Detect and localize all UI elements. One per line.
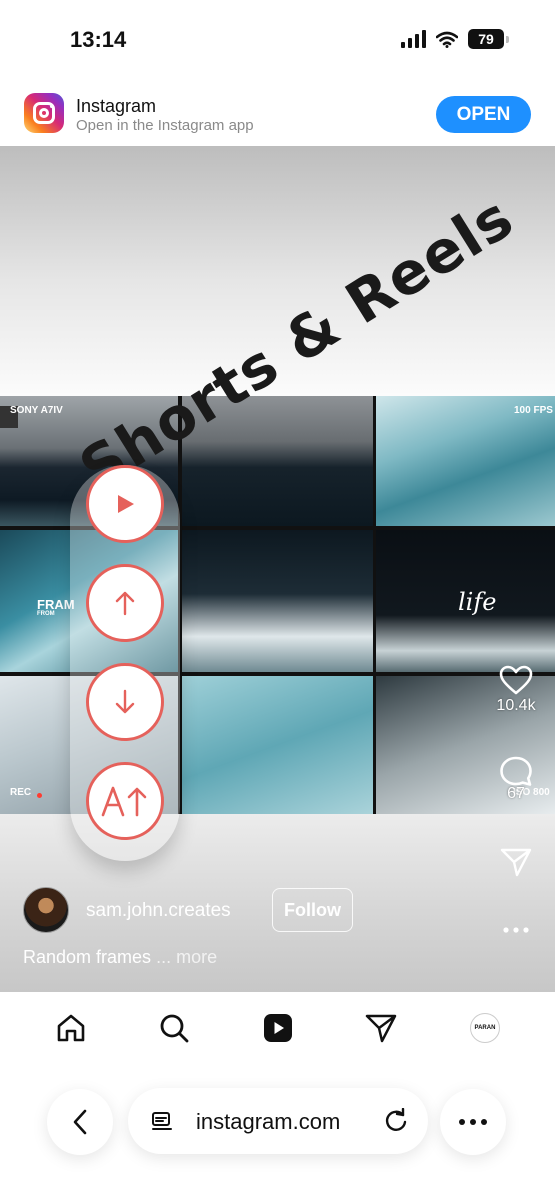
reader-mode-icon[interactable] <box>150 1110 174 1134</box>
browser-back-button[interactable] <box>47 1089 113 1155</box>
floating-control-panel <box>70 465 180 861</box>
scroll-to-top-button[interactable] <box>86 762 164 840</box>
fps-label: 100 FPS <box>514 405 553 416</box>
url-text[interactable]: instagram.com <box>196 1109 340 1135</box>
browser-menu-button[interactable] <box>440 1089 506 1155</box>
script-text: life <box>458 588 497 616</box>
status-time: 13:14 <box>70 27 127 52</box>
share-action[interactable] <box>490 846 542 878</box>
status-bar: 13:14 79 <box>0 0 555 80</box>
frame-label: FRAM <box>37 597 75 612</box>
bottom-nav: PARAN <box>0 992 555 1062</box>
browser-toolbar: instagram.com <box>0 1062 555 1200</box>
comment-action[interactable]: 67 <box>490 755 542 803</box>
rec-label: REC <box>10 787 32 798</box>
send-icon <box>365 1014 397 1043</box>
send-icon[interactable] <box>499 846 533 878</box>
arrow-down-icon <box>115 689 135 714</box>
arrow-up-icon <box>115 591 135 616</box>
banner-title: Instagram <box>76 96 157 116</box>
comment-count: 67 <box>507 785 525 802</box>
video-tile <box>182 530 373 672</box>
more-options-action[interactable] <box>490 926 542 934</box>
like-count: 10.4k <box>496 697 536 714</box>
video-tile <box>182 676 373 814</box>
nav-messages[interactable] <box>363 1010 399 1046</box>
camera-label: SONY A7IV <box>10 405 63 416</box>
more-dots-icon[interactable] <box>502 926 530 934</box>
caption-more-link[interactable]: ... more <box>156 947 217 967</box>
wifi-icon <box>436 31 458 48</box>
page: 13:14 79 Instagram Open in the Instagram… <box>0 0 555 1200</box>
author-avatar[interactable] <box>23 887 69 933</box>
comment-icon[interactable] <box>499 755 533 787</box>
profile-badge: PARAN <box>470 1013 500 1043</box>
scroll-up-button[interactable] <box>86 564 164 642</box>
nav-reels[interactable] <box>260 1010 296 1046</box>
caption-text: Random frames <box>23 947 152 967</box>
reels-icon <box>264 1014 292 1042</box>
heart-icon[interactable] <box>499 665 533 695</box>
more-dots-icon <box>459 1119 487 1125</box>
reload-icon[interactable] <box>383 1108 409 1134</box>
reel-player[interactable]: SONY A7IV 100 FPS FRAM FROM life REC ISO… <box>0 146 555 992</box>
text-up-icon <box>101 786 147 817</box>
battery-icon: 79 <box>468 29 509 49</box>
search-icon <box>160 1014 189 1043</box>
banner-subtitle: Open in the Instagram app <box>76 117 254 134</box>
scroll-down-button[interactable] <box>86 663 164 741</box>
open-app-button[interactable]: OPEN <box>436 96 531 133</box>
nav-profile[interactable]: PARAN <box>467 1010 503 1046</box>
play-button[interactable] <box>86 465 164 543</box>
home-icon <box>57 1014 85 1042</box>
address-bar[interactable]: instagram.com <box>128 1088 428 1154</box>
caption: Random frames ... more <box>23 947 217 968</box>
app-banner: Instagram Open in the Instagram app OPEN <box>0 80 555 146</box>
rec-dot-icon <box>37 793 42 798</box>
like-action[interactable]: 10.4k <box>490 665 542 715</box>
follow-button[interactable]: Follow <box>272 888 353 932</box>
nav-home[interactable] <box>53 1010 89 1046</box>
instagram-logo-icon <box>24 93 64 133</box>
status-icons: 79 <box>401 29 509 49</box>
battery-level: 79 <box>468 29 504 49</box>
cellular-signal-icon <box>401 30 426 48</box>
frame-sub-label: FROM <box>37 611 55 617</box>
play-icon <box>118 495 134 513</box>
chevron-left-icon <box>73 1109 87 1135</box>
nav-search[interactable] <box>156 1010 192 1046</box>
author-username[interactable]: sam.john.creates <box>86 900 231 922</box>
